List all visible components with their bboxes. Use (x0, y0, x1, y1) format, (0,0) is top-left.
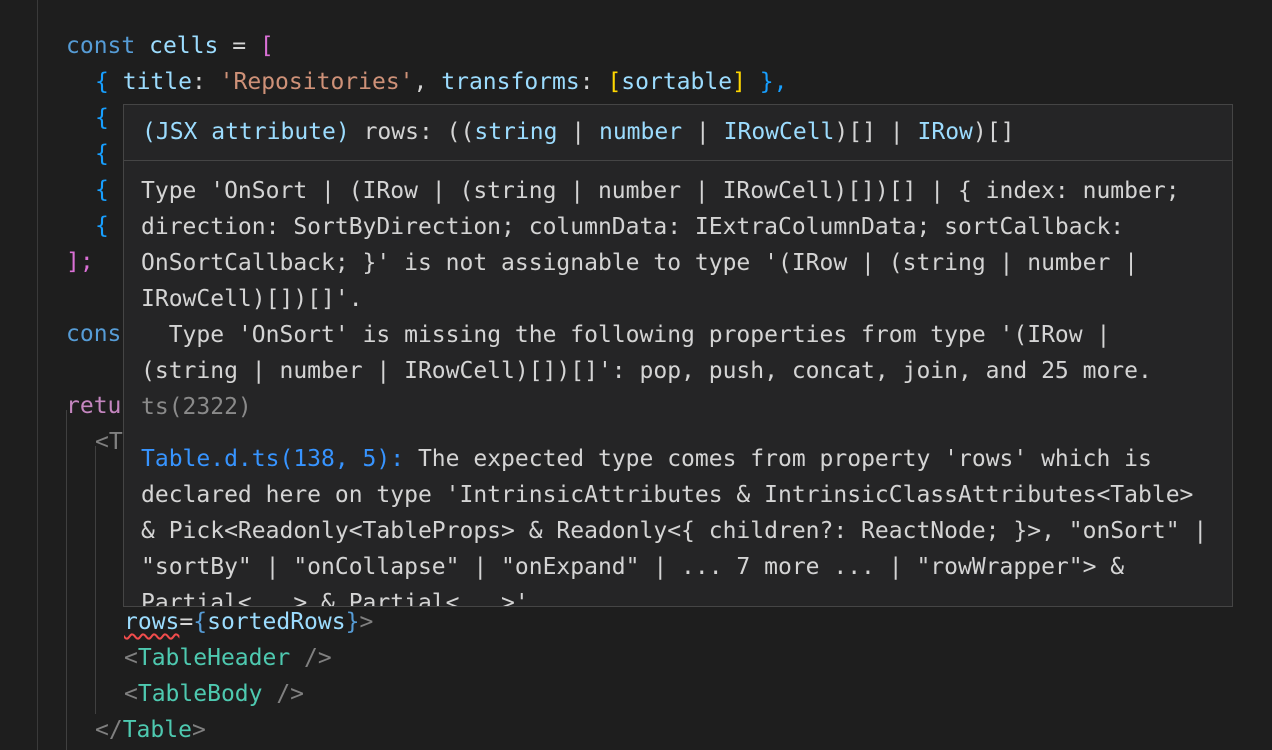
indent-guide (66, 410, 67, 750)
tag-punct: < (124, 645, 138, 671)
signature-name: rows (363, 119, 419, 145)
code-line-cells-decl[interactable]: const cells = [ (66, 28, 274, 64)
tag-punct: < (124, 681, 138, 707)
code-line-const[interactable]: cons (66, 316, 121, 352)
keyword: const (66, 33, 136, 59)
bracket: [ (259, 33, 274, 59)
related-info-link[interactable]: Table.d.ts(138, 5): (141, 446, 404, 472)
signature-punct: | (557, 119, 599, 145)
signature-punct: )[] (972, 119, 1015, 145)
hover-body: Type 'OnSort | (IRow | (string | number … (124, 161, 1232, 606)
property-key: title (122, 69, 192, 95)
signature-type: string (474, 119, 558, 145)
code-line-rows-attr[interactable]: rows={sortedRows}> (124, 604, 373, 640)
error-code: ts(2322) (141, 394, 252, 420)
operator: = (218, 33, 260, 59)
brace: }, (745, 69, 788, 95)
error-message: Type 'OnSort | (IRow | (string | number … (141, 173, 1214, 425)
identifier: cells (149, 33, 219, 59)
indent-guide (95, 446, 96, 714)
tag-punct: > (191, 717, 206, 743)
brace: } (345, 609, 360, 635)
code-line-table-open[interactable]: <T (95, 424, 123, 460)
signature-type: IRowCell (723, 119, 835, 145)
signature-punct: )[] | (834, 119, 918, 145)
identifier: sortable (621, 69, 733, 95)
brace: { (95, 69, 109, 95)
signature-punct: | (682, 119, 724, 145)
hover-signature: (JSX attribute) rows: ((string | number … (124, 105, 1232, 161)
code-line-repositories[interactable]: { title: 'Repositories', transforms: [so… (95, 64, 787, 100)
tag-punct: </ (95, 717, 123, 743)
signature-kind: (JSX attribute) (142, 119, 364, 145)
brace: { (193, 609, 208, 635)
string-literal: 'Repositories' (219, 69, 414, 95)
tag-punct: /> (290, 645, 332, 671)
colon: : (579, 69, 608, 95)
code-line-table-close[interactable]: </Table> (95, 712, 206, 748)
bracket: ] (732, 69, 746, 95)
type-error-hover-tooltip[interactable]: (JSX attribute) rows: ((string | number … (123, 104, 1233, 607)
related-info: Table.d.ts(138, 5): The expected type co… (141, 441, 1214, 606)
property-key: transforms (441, 69, 580, 95)
code-line-table-body[interactable]: <TableBody /> (124, 676, 304, 712)
signature-type: IRow (917, 119, 973, 145)
bracket: [ (607, 69, 622, 95)
code-line-table-header[interactable]: <TableHeader /> (124, 640, 332, 676)
code-line-array-end[interactable]: ]; (66, 244, 94, 280)
code-line-obj[interactable]: { (95, 208, 109, 244)
code-line-obj[interactable]: { (95, 100, 109, 136)
comma: , (413, 69, 442, 95)
tag-punct: > (359, 609, 374, 635)
code-line-obj[interactable]: { (95, 136, 109, 172)
tag-punct: /> (262, 681, 305, 707)
signature-type: number (598, 119, 683, 145)
signature-punct: : (( (418, 119, 475, 145)
error-message-text: Type 'OnSort | (IRow | (string | number … (141, 178, 1180, 384)
code-line-obj[interactable]: { (95, 172, 109, 208)
editor-gutter-border (37, 0, 38, 750)
code-line-return[interactable]: retu (66, 388, 121, 424)
operator: = (179, 609, 194, 635)
component-name: Table (122, 717, 192, 743)
identifier: sortedRows (207, 609, 346, 635)
component-name: TableBody (137, 681, 263, 707)
colon: : (191, 69, 220, 95)
rows-attribute-error[interactable]: rows (124, 609, 179, 635)
component-name: TableHeader (137, 645, 291, 671)
